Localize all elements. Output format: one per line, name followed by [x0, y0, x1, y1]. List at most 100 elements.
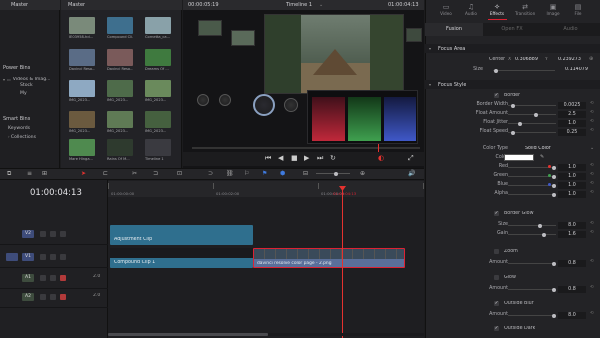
loop-red-icon[interactable]: ◐ [378, 154, 384, 162]
trim-tool-icon[interactable]: ⊏ [103, 170, 108, 177]
param-value-field[interactable]: 1.0 [558, 173, 586, 180]
color-wheel[interactable] [197, 94, 209, 106]
color-wheel[interactable] [253, 94, 275, 116]
reset-icon[interactable]: ⟲ [590, 181, 594, 186]
color-type-dropdown[interactable]: Solid Color [525, 146, 551, 151]
video-track-icon[interactable] [50, 254, 56, 260]
reset-icon[interactable]: ⟲ [590, 190, 594, 195]
slider-knob[interactable] [542, 232, 546, 237]
visibility-icon[interactable] [60, 254, 66, 260]
skip-start-icon[interactable]: ⏮ [265, 154, 271, 163]
tab-file[interactable]: ▤ File [568, 3, 588, 19]
track-v2[interactable]: V2 [0, 228, 108, 245]
mute-icon[interactable] [60, 294, 66, 300]
focus-size-field[interactable]: 0.114079 [565, 67, 588, 72]
step-back-icon[interactable]: ◀ [278, 154, 283, 162]
adjustment-clip[interactable]: Adjustment Clip [110, 225, 253, 245]
subtab-openfx[interactable]: Open FX [483, 23, 541, 36]
reset-icon[interactable]: ⟲ [590, 259, 594, 264]
viewer-scrub-bar[interactable] [192, 144, 420, 152]
reset-icon[interactable]: ⟲ [590, 221, 594, 226]
insert-icon[interactable]: ⊡ [177, 170, 182, 177]
outside-dark-checkbox[interactable]: ✓ [494, 326, 499, 331]
viewer-playhead[interactable] [378, 144, 379, 152]
position-lock-icon[interactable]: ⚐ [244, 170, 249, 177]
param-slider[interactable] [508, 223, 556, 228]
param-value-field[interactable]: 0.0025 [558, 102, 586, 109]
param-value-field[interactable]: 1.0 [558, 164, 586, 171]
reset-icon[interactable]: ⟲ [590, 311, 594, 316]
tab-video[interactable]: ▭ Video [436, 3, 456, 19]
param-value-field[interactable]: 8.0 [558, 222, 586, 229]
tab-transition[interactable]: ⇄ Transition [515, 3, 535, 19]
compound-clip[interactable]: Compound Clip 1 [110, 248, 253, 268]
param-slider[interactable] [508, 103, 556, 108]
track-options-icon[interactable]: ≡ [27, 170, 32, 177]
smart-bin-keywords[interactable]: Keywords [8, 126, 58, 134]
clip-thumbnail[interactable]: IMG_2023... [69, 111, 95, 135]
param-value-field[interactable]: 0.8 [558, 286, 586, 293]
center-y-field[interactable]: 0.239273 [558, 57, 581, 62]
dynamic-trim-icon[interactable]: ⊐ [153, 170, 158, 177]
viewer-frame[interactable] [264, 14, 404, 94]
zoom-checkbox[interactable]: ✓ [494, 249, 499, 254]
flag-icon[interactable]: ⚑ [262, 170, 267, 177]
reset-icon[interactable]: ⟲ [590, 230, 594, 235]
param-slider[interactable] [508, 232, 556, 237]
param-value-field[interactable]: 0.8 [558, 260, 586, 267]
color-swatch[interactable] [504, 154, 534, 161]
param-slider[interactable] [508, 121, 556, 126]
clip-thumbnail[interactable]: Rains Of M... [107, 139, 133, 163]
node-thumbnail[interactable] [406, 28, 422, 42]
clip-thumbnail[interactable]: Dreams Of ... [145, 49, 171, 73]
param-value-field[interactable]: 0.25 [558, 129, 586, 136]
focus-size-slider[interactable] [493, 68, 555, 73]
power-bin-videos[interactable]: ▾ ▭ Videos & Imag... [3, 75, 59, 83]
lock-icon[interactable] [40, 231, 46, 237]
track-a2[interactable]: A2 2.0 [0, 291, 108, 308]
lock-icon[interactable] [40, 294, 46, 300]
slider-knob[interactable] [518, 121, 522, 126]
reset-icon[interactable]: ⟲ [590, 110, 594, 115]
tab-audio[interactable]: ♫ Audio [461, 3, 481, 19]
clip-thumbnail[interactable]: IMG_2023... [145, 80, 171, 104]
reset-icon[interactable]: ⟲ [590, 172, 594, 177]
subtab-fusion[interactable]: Fusion [425, 23, 483, 36]
crosshair-icon[interactable]: ⊕ [589, 56, 593, 62]
solo-icon[interactable] [50, 294, 56, 300]
param-value-field[interactable]: 1.6 [558, 231, 586, 238]
source-patch[interactable] [6, 253, 18, 261]
slider-knob[interactable] [511, 103, 515, 108]
video-track-icon[interactable] [50, 231, 56, 237]
slider-knob[interactable] [538, 223, 542, 228]
color-wheel[interactable] [284, 98, 298, 112]
visibility-icon[interactable] [60, 231, 66, 237]
subtab-audio[interactable]: Audio [541, 23, 600, 36]
clip-thumbnail[interactable]: IMG_2023... [107, 80, 133, 104]
track-v1[interactable]: V1 [0, 251, 108, 268]
timeline-view-icon[interactable]: ⧉ [7, 170, 11, 178]
zoom-in-icon[interactable]: ⊕ [360, 170, 365, 177]
center-x-field[interactable]: 0.306889 [515, 57, 538, 62]
lock-icon[interactable] [40, 254, 46, 260]
zoom-view-icon[interactable]: ⊟ [303, 170, 308, 177]
tab-effects[interactable]: ✧ Effects [487, 3, 507, 19]
clip-thumbnail[interactable]: IMG_2023... [145, 111, 171, 135]
reset-icon[interactable]: ⟲ [590, 101, 594, 106]
audio-meter-icon[interactable]: 🔊 [408, 170, 415, 177]
clip-thumbnail[interactable]: Mare Hinga... [69, 139, 95, 163]
zoom-slider[interactable] [316, 171, 350, 176]
glow-checkbox[interactable]: ✓ [494, 275, 499, 280]
focus-area-section[interactable]: ▾ Focus Area [425, 44, 600, 53]
clip-thumbnail[interactable]: Cornetta_ca... [145, 17, 171, 41]
power-bin-my[interactable]: My [3, 91, 59, 99]
clip-thumbnail[interactable]: Compound Cli... [107, 17, 133, 41]
slider-knob[interactable] [511, 130, 515, 135]
reset-icon[interactable]: ⟲ [590, 128, 594, 133]
slider-knob[interactable] [552, 261, 556, 266]
marker-icon[interactable]: ⬢ [280, 170, 285, 177]
clip-thumbnail[interactable]: IE03958-hd... [69, 17, 95, 41]
loop-icon[interactable]: ↻ [330, 154, 336, 162]
slider-knob[interactable] [534, 112, 538, 117]
node-thumbnail[interactable] [198, 20, 222, 36]
